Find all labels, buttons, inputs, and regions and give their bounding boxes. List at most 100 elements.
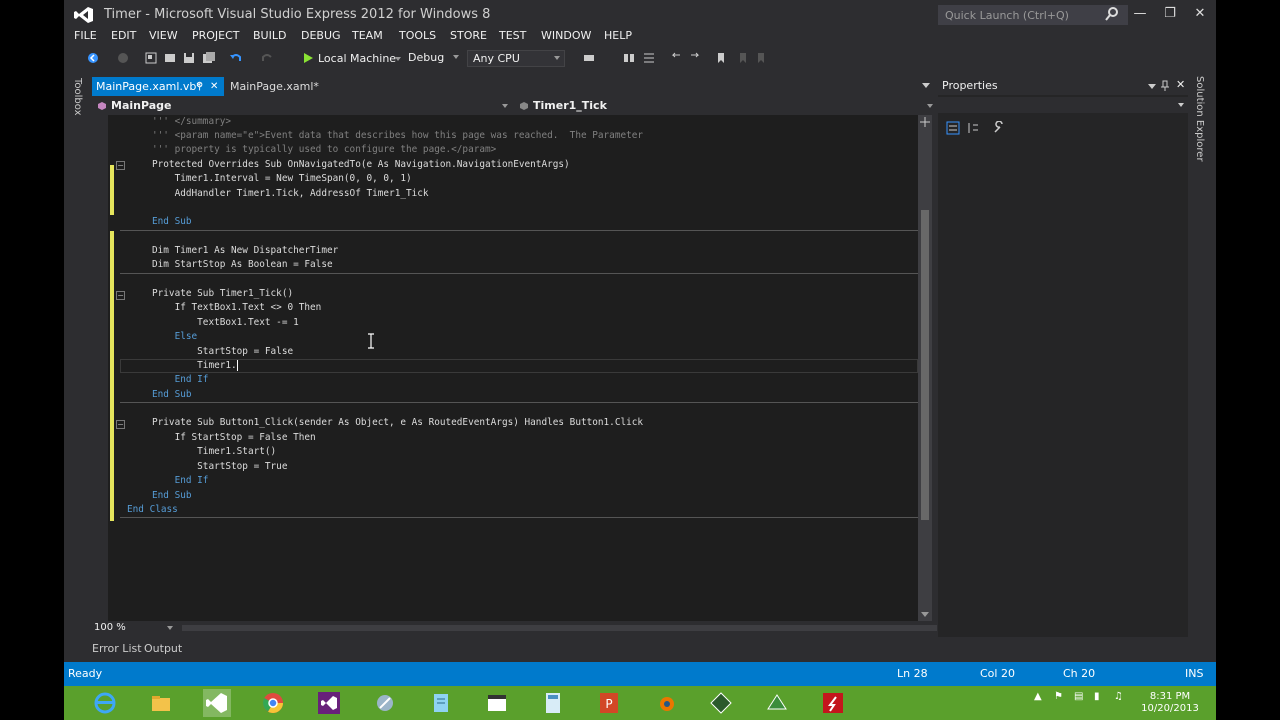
flag-icon[interactable]: ⚑: [1054, 691, 1063, 703]
menu-view[interactable]: VIEW: [149, 29, 178, 42]
collapse-toggle[interactable]: −: [116, 161, 125, 170]
split-icon[interactable]: [920, 117, 930, 127]
search-icon[interactable]: [1104, 6, 1120, 22]
pin-icon[interactable]: ⚲: [196, 77, 203, 96]
menu-window[interactable]: WINDOW: [541, 29, 591, 42]
new-project-icon[interactable]: [144, 51, 158, 65]
chrome-icon[interactable]: [259, 689, 287, 717]
back-icon[interactable]: [86, 51, 100, 65]
code-line: ''' </summary>: [152, 116, 232, 127]
menu-debug[interactable]: DEBUG: [301, 29, 341, 42]
menu-test[interactable]: TEST: [499, 29, 526, 42]
code-line: End Sub: [152, 216, 192, 227]
code-line: Dim Timer1 As New DispatcherTimer: [152, 245, 339, 256]
properties-object-selector[interactable]: [938, 97, 1188, 113]
open-file-icon[interactable]: [163, 51, 177, 65]
scroll-down-icon[interactable]: [921, 612, 929, 617]
menu-store[interactable]: STORE: [450, 29, 487, 42]
visual-studio-icon[interactable]: [315, 689, 343, 717]
bookmark-next-icon[interactable]: [754, 51, 768, 65]
categorized-icon[interactable]: [946, 121, 960, 135]
minimize-button[interactable]: —: [1129, 5, 1151, 23]
status-line: Ln 28: [897, 667, 928, 680]
navigate-back-icon[interactable]: [669, 51, 683, 65]
code-line: If StartStop = False Then: [152, 432, 316, 443]
start-debugging-icon[interactable]: [301, 51, 315, 65]
forward-icon[interactable]: [116, 51, 130, 65]
pin-icon[interactable]: [1160, 80, 1170, 92]
bookmark-icon[interactable]: [714, 51, 728, 65]
method-separator: [120, 230, 918, 231]
member-dropdown[interactable]: Timer1_Tick: [514, 97, 937, 115]
collapse-toggle[interactable]: −: [116, 420, 125, 429]
run-target-label[interactable]: Local Machine: [318, 52, 396, 65]
code-line: Protected Overrides Sub OnNavigatedTo(e …: [152, 159, 570, 170]
menu-team[interactable]: TEAM: [352, 29, 383, 42]
sort-alpha-icon[interactable]: [966, 121, 980, 135]
bookmark-prev-icon[interactable]: [736, 51, 750, 65]
calculator-icon[interactable]: [539, 689, 567, 717]
save-all-icon[interactable]: [202, 51, 216, 65]
file-explorer-icon[interactable]: [147, 689, 175, 717]
step-icon[interactable]: [622, 51, 636, 65]
tab-error-list[interactable]: Error List: [92, 642, 142, 655]
platform-combo[interactable]: Any CPU: [467, 50, 565, 67]
close-tab-icon[interactable]: ✕: [210, 77, 218, 96]
menu-project[interactable]: PROJECT: [192, 29, 240, 42]
tab-output[interactable]: Output: [144, 642, 182, 655]
app-icon[interactable]: [707, 689, 735, 717]
tab-mainpage-xaml[interactable]: MainPage.xaml*: [226, 77, 326, 96]
class-dropdown[interactable]: MainPage: [92, 97, 512, 115]
clock[interactable]: 8:31 PM 10/20/2013: [1135, 691, 1205, 715]
run-target-dropdown-icon[interactable]: [395, 57, 401, 61]
close-icon[interactable]: ✕: [1176, 78, 1185, 91]
flash-icon[interactable]: [819, 689, 847, 717]
blender-icon[interactable]: [651, 689, 679, 717]
window-icon[interactable]: [483, 689, 511, 717]
visual-studio-icon[interactable]: [203, 689, 231, 717]
platform-value: Any CPU: [473, 52, 520, 65]
format-icon[interactable]: [642, 51, 656, 65]
menu-tools[interactable]: TOOLS: [399, 29, 436, 42]
zoom-dropdown-icon[interactable]: [167, 626, 173, 630]
restore-button[interactable]: ❐: [1159, 5, 1181, 23]
tab-dropdown-icon[interactable]: [922, 83, 930, 88]
quick-launch-input[interactable]: Quick Launch (Ctrl+Q): [938, 5, 1128, 25]
status-bar: Ready Ln 28 Col 20 Ch 20 INS: [64, 662, 1216, 686]
editor-scrollbar[interactable]: [918, 115, 932, 621]
menu-edit[interactable]: EDIT: [111, 29, 136, 42]
tab-mainpage-xaml-vb[interactable]: MainPage.xaml.vb* ⚲ ✕: [92, 77, 224, 96]
text-caret: [236, 360, 238, 371]
scrollbar-thumb[interactable]: [921, 210, 929, 520]
internet-explorer-icon[interactable]: [91, 689, 119, 717]
tray-arrow-icon[interactable]: ▲: [1034, 691, 1042, 703]
code-line-current[interactable]: Timer1.: [152, 359, 238, 373]
code-editor[interactable]: ''' </summary> ''' <param name="e">Event…: [108, 115, 918, 621]
battery-icon[interactable]: ▮: [1094, 691, 1100, 703]
chevron-down-icon[interactable]: [1148, 84, 1156, 89]
toolbox-tab[interactable]: Toolbox: [72, 74, 88, 134]
tab-label: MainPage.xaml*: [230, 80, 319, 93]
zoom-level[interactable]: 100 %: [94, 622, 126, 633]
volume-icon[interactable]: ♫: [1114, 691, 1123, 703]
wrench-icon[interactable]: [992, 121, 1006, 135]
browser-link-icon[interactable]: [582, 51, 596, 65]
network-icon[interactable]: ▤: [1074, 691, 1083, 703]
undo-icon[interactable]: [229, 51, 243, 65]
menu-file[interactable]: FILE: [74, 29, 97, 42]
configuration-combo[interactable]: Debug: [403, 50, 463, 67]
window-title: Timer - Microsoft Visual Studio Express …: [104, 7, 491, 22]
solution-explorer-tab[interactable]: Solution Explorer: [1194, 74, 1210, 164]
powerpoint-icon[interactable]: P: [595, 689, 623, 717]
menu-build[interactable]: BUILD: [253, 29, 286, 42]
navigate-forward-icon[interactable]: [688, 51, 702, 65]
menu-help[interactable]: HELP: [604, 29, 632, 42]
horizontal-scrollbar[interactable]: [182, 625, 937, 631]
notepad-icon[interactable]: [427, 689, 455, 717]
screen-recorder-icon[interactable]: [763, 689, 791, 717]
save-icon[interactable]: [182, 51, 196, 65]
redo-icon[interactable]: [260, 51, 274, 65]
close-button[interactable]: ✕: [1189, 5, 1211, 23]
collapse-toggle[interactable]: −: [116, 291, 125, 300]
tool-icon[interactable]: [371, 689, 399, 717]
